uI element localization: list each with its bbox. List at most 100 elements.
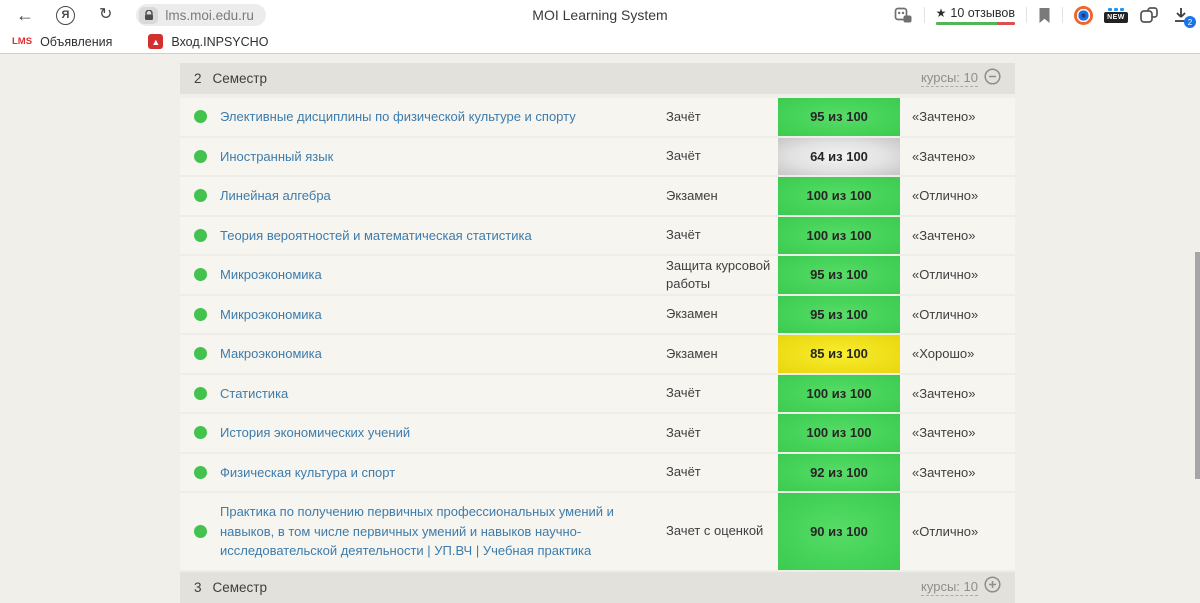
course-link[interactable]: Практика по получению первичных професси…: [220, 493, 658, 570]
score-cell: 100 из 100: [778, 414, 900, 452]
site-reviews-button[interactable]: ★ 10 отзывов: [936, 6, 1015, 25]
expand-plus-icon[interactable]: [984, 576, 1001, 598]
bookmark-flag-icon[interactable]: [1038, 7, 1051, 24]
browser-toolbar: ← Я ↻ lms.moi.edu.ru MOI Learning System…: [0, 0, 1200, 30]
grade-label: «Зачтено»: [912, 228, 975, 243]
score-value: 92 из 100: [810, 465, 868, 480]
lms-page: 2 Семестр курсы: 10 Элективные дисциплин…: [0, 55, 1200, 600]
table-row: История экономических учений Зачёт 100 и…: [180, 414, 1015, 454]
course-link[interactable]: Микроэкономика: [220, 296, 658, 334]
status-dot-icon: [194, 426, 207, 439]
course-link[interactable]: Макроэкономика: [220, 335, 658, 373]
table-row: Макроэкономика Экзамен 85 из 100 «Хорошо…: [180, 335, 1015, 375]
score-value: 95 из 100: [810, 109, 868, 124]
table-row: Физическая культура и спорт Зачёт 92 из …: [180, 454, 1015, 494]
status-dot-icon: [194, 268, 207, 281]
bookmark-item-announcements[interactable]: LMS Объявления: [12, 35, 112, 49]
score-value: 100 из 100: [806, 188, 871, 203]
exam-type-label: Экзамен: [666, 187, 774, 205]
course-rows: Элективные дисциплины по физической куль…: [180, 98, 1015, 572]
status-cell: [180, 426, 220, 439]
toolbar-divider: [924, 7, 925, 23]
grade-label: «Зачтено»: [912, 386, 975, 401]
course-link[interactable]: Физическая культура и спорт: [220, 454, 658, 492]
table-row: Теория вероятностей и математическая ста…: [180, 217, 1015, 257]
table-row: Практика по получению первичных професси…: [180, 493, 1015, 572]
course-link[interactable]: Теория вероятностей и математическая ста…: [220, 217, 658, 255]
reviews-rating-bar: [936, 22, 1015, 25]
score-cell: 95 из 100: [778, 296, 900, 334]
status-dot-icon: [194, 466, 207, 479]
score-value: 85 из 100: [810, 346, 868, 361]
courses-count-label: курсы: 10: [921, 579, 978, 596]
refresh-button[interactable]: ↻: [99, 7, 112, 23]
course-link[interactable]: Статистика: [220, 375, 658, 413]
semester-3-expand-toggle[interactable]: курсы: 10: [921, 576, 1001, 598]
status-cell: [180, 308, 220, 321]
course-link[interactable]: Элективные дисциплины по физической куль…: [220, 98, 658, 136]
browser-extension-icon[interactable]: [1074, 6, 1093, 25]
semester-number: 2: [194, 71, 202, 86]
status-dot-icon: [194, 110, 207, 123]
protect-icon[interactable]: [894, 7, 913, 24]
score-cell: 90 из 100: [778, 493, 900, 570]
page-scrollbar[interactable]: [1195, 252, 1200, 479]
exam-type-label: Зачёт: [666, 108, 774, 126]
table-row: Микроэкономика Защита курсовой работы 95…: [180, 256, 1015, 296]
course-link[interactable]: Микроэкономика: [220, 256, 658, 294]
grade-label: «Отлично»: [912, 188, 978, 203]
semester-label: Семестр: [213, 580, 268, 595]
score-value: 95 из 100: [810, 267, 868, 282]
back-button[interactable]: ←: [16, 6, 34, 24]
address-bar[interactable]: lms.moi.edu.ru: [136, 4, 266, 26]
grade-label: «Зачтено»: [912, 109, 975, 124]
courses-count-label: курсы: 10: [921, 70, 978, 87]
inpsycho-favicon: ▲: [148, 34, 163, 49]
browser-chrome: ← Я ↻ lms.moi.edu.ru MOI Learning System…: [0, 0, 1200, 54]
score-cell: 85 из 100: [778, 335, 900, 373]
grade-label: «Зачтено»: [912, 465, 975, 480]
score-cell: 100 из 100: [778, 217, 900, 255]
score-value: 90 из 100: [810, 524, 868, 539]
status-cell: [180, 387, 220, 400]
status-cell: [180, 150, 220, 163]
toolbar-divider: [1062, 7, 1063, 23]
semester-number: 3: [194, 580, 202, 595]
bookmark-item-inpsycho[interactable]: ▲ Вход.INPSYCHO: [148, 34, 268, 49]
exam-type-label: Зачёт: [666, 463, 774, 481]
semester-2-header: 2 Семестр курсы: 10: [180, 63, 1015, 94]
collapse-minus-icon[interactable]: [984, 68, 1001, 90]
status-cell: [180, 189, 220, 202]
exam-type-label: Экзамен: [666, 345, 774, 363]
score-value: 64 из 100: [810, 149, 868, 164]
course-link[interactable]: Линейная алгебра: [220, 177, 658, 215]
new-icon-label: NEW: [1104, 12, 1128, 23]
status-dot-icon: [194, 525, 207, 538]
exam-type-label: Экзамен: [666, 305, 774, 323]
new-extension-icon[interactable]: NEW: [1104, 8, 1128, 23]
status-cell: [180, 110, 220, 123]
reviews-row: ★ 10 отзывов: [936, 6, 1015, 20]
table-row: Статистика Зачёт 100 из 100 «Зачтено»: [180, 375, 1015, 415]
score-value: 100 из 100: [806, 425, 871, 440]
status-cell: [180, 525, 220, 538]
course-link[interactable]: История экономических учений: [220, 414, 658, 452]
table-row: Микроэкономика Экзамен 95 из 100 «Отличн…: [180, 296, 1015, 336]
table-row: Линейная алгебра Экзамен 100 из 100 «Отл…: [180, 177, 1015, 217]
course-link[interactable]: Иностранный язык: [220, 138, 658, 176]
score-cell: 95 из 100: [778, 98, 900, 136]
grade-label: «Хорошо»: [912, 346, 974, 361]
grade-label: «Отлично»: [912, 524, 978, 539]
bookmarks-bar: LMS Объявления ▲ Вход.INPSYCHO: [0, 30, 1200, 53]
star-icon: ★: [936, 6, 947, 20]
bookmark-label: Объявления: [40, 35, 112, 49]
semester-2-collapse-toggle[interactable]: курсы: 10: [921, 68, 1001, 90]
yandex-home-icon[interactable]: Я: [56, 6, 75, 25]
status-dot-icon: [194, 150, 207, 163]
status-dot-icon: [194, 229, 207, 242]
exam-type-label: Зачёт: [666, 226, 774, 244]
semester-3-header: 3 Семестр курсы: 10: [180, 572, 1015, 603]
downloads-icon[interactable]: 2: [1170, 5, 1192, 25]
lock-icon[interactable]: [139, 7, 158, 24]
tabs-icon[interactable]: [1139, 6, 1159, 24]
